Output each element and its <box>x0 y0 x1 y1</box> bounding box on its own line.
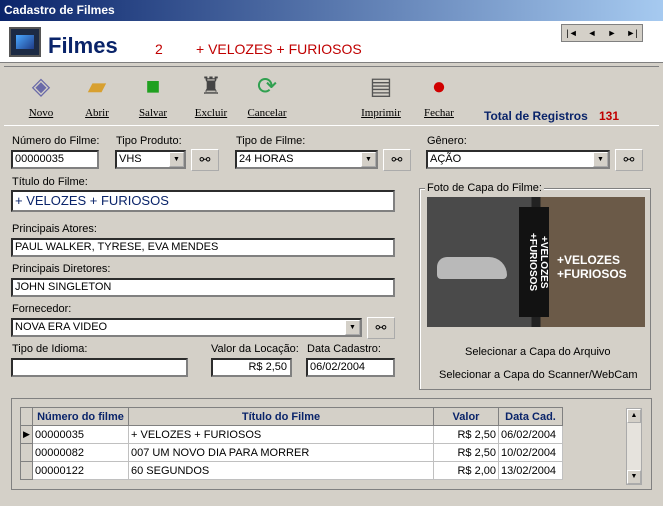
total-records-label: Total de Registros <box>484 109 588 123</box>
record-navigator: |◄ ◄ ► ►| <box>561 24 643 42</box>
binoculars-icon[interactable]: ⚯ <box>367 317 395 339</box>
tipo-filme-label: Tipo de Filme: <box>236 135 306 147</box>
fechar-button[interactable]: ● Fechar <box>414 71 464 119</box>
close-light-icon: ● <box>431 73 447 100</box>
cover-spine-text: +VELOZES +FURIOSOS <box>519 207 549 317</box>
col-valor[interactable]: Valor <box>433 407 499 426</box>
table-row[interactable]: 00000082 007 UM NOVO DIA PARA MORRER R$ … <box>20 443 563 462</box>
total-records-value: 131 <box>599 109 620 123</box>
cover-photo-label: Foto de Capa do Filme: <box>425 182 544 194</box>
record-number: 2 <box>155 41 163 57</box>
valor-field[interactable]: R$ 2,50 <box>211 358 292 377</box>
titulo-field[interactable]: + VELOZES + FURIOSOS <box>11 190 395 212</box>
film-icon <box>9 27 41 57</box>
binoculars-icon[interactable]: ⚯ <box>191 149 219 171</box>
idioma-field[interactable] <box>11 358 188 377</box>
data-cadastro-field[interactable]: 06/02/2004 <box>306 358 395 377</box>
tipo-produto-label: Tipo Produto: <box>116 135 182 147</box>
valor-label: Valor da Locação: <box>211 343 299 355</box>
data-cadastro-label: Data Cadastro: <box>307 343 381 355</box>
tipo-produto-select[interactable]: VHS ▼ <box>115 150 186 169</box>
diretores-field[interactable]: JOHN SINGLETON <box>11 278 395 297</box>
new-document-icon: ◈ <box>31 73 51 100</box>
first-record-button[interactable]: |◄ <box>562 25 582 41</box>
table-row[interactable]: 00000122 60 SEGUNDOS R$ 2,00 13/02/2004 <box>20 461 563 480</box>
trash-icon: ♜ <box>200 73 222 100</box>
idioma-label: Tipo de Idioma: <box>12 343 88 355</box>
scroll-up-icon[interactable]: ▲ <box>627 409 641 423</box>
binoculars-icon[interactable]: ⚯ <box>615 149 643 171</box>
cover-front-text: +VELOZES +FURIOSOS <box>557 253 627 281</box>
scroll-down-icon[interactable]: ▼ <box>627 470 641 484</box>
titulo-label: Título do Filme: <box>12 176 88 188</box>
select-cover-scanner-link[interactable]: Selecionar a Capa do Scanner/WebCam <box>439 369 638 381</box>
chevron-down-icon[interactable]: ▼ <box>593 152 608 167</box>
binoculars-icon[interactable]: ⚯ <box>383 149 411 171</box>
abrir-button[interactable]: ▰ Abrir <box>72 71 122 119</box>
col-data[interactable]: Data Cad. <box>498 407 563 426</box>
grid-scrollbar[interactable]: ▲ ▼ <box>626 408 642 485</box>
select-cover-file-link[interactable]: Selecionar a Capa do Arquivo <box>465 346 611 358</box>
next-record-button[interactable]: ► <box>602 25 622 41</box>
save-disk-icon: ■ <box>145 73 161 100</box>
prev-record-button[interactable]: ◄ <box>582 25 602 41</box>
chevron-down-icon[interactable]: ▼ <box>361 152 376 167</box>
cancelar-button[interactable]: ⟳ Cancelar <box>242 71 292 119</box>
salvar-button[interactable]: ■ Salvar <box>128 71 178 119</box>
folder-icon: ▰ <box>87 73 107 100</box>
chevron-down-icon[interactable]: ▼ <box>345 320 360 335</box>
novo-button[interactable]: ◈ Novo <box>16 71 66 119</box>
col-titulo[interactable]: Título do Filme <box>128 407 434 426</box>
header: Filmes 2 + VELOZES + FURIOSOS |◄ ◄ ► ►| <box>0 21 663 63</box>
window-title: Cadastro de Filmes <box>0 0 663 21</box>
numero-label: Número do Filme: <box>12 135 100 147</box>
printer-icon: ▤ <box>369 73 393 100</box>
genero-select[interactable]: AÇÃO ▼ <box>426 150 610 169</box>
toolbar: ◈ Novo ▰ Abrir ■ Salvar ♜ Excluir ⟳ Canc… <box>4 66 659 126</box>
tipo-filme-select[interactable]: 24 HORAS ▼ <box>235 150 378 169</box>
table-row[interactable]: ▶ 00000035 + VELOZES + FURIOSOS R$ 2,50 … <box>20 425 563 444</box>
chevron-down-icon[interactable]: ▼ <box>169 152 184 167</box>
atores-field[interactable]: PAUL WALKER, TYRESE, EVA MENDES <box>11 238 395 257</box>
excluir-button[interactable]: ♜ Excluir <box>186 71 236 119</box>
row-indicator-header <box>20 407 33 426</box>
cover-image: +VELOZES +FURIOSOS +VELOZES +FURIOSOS <box>427 197 645 327</box>
fornecedor-select[interactable]: NOVA ERA VIDEO ▼ <box>11 318 362 337</box>
imprimir-button[interactable]: ▤ Imprimir <box>356 71 406 119</box>
refresh-icon: ⟳ <box>256 73 278 100</box>
record-title: + VELOZES + FURIOSOS <box>196 41 362 57</box>
atores-label: Principais Atores: <box>12 223 97 235</box>
genero-label: Gênero: <box>427 135 467 147</box>
diretores-label: Principais Diretores: <box>12 263 111 275</box>
records-grid: Número do filme Título do Filme Valor Da… <box>20 407 622 480</box>
current-row-icon: ▶ <box>20 425 33 444</box>
car-shape <box>437 257 507 279</box>
app-name: Filmes <box>48 33 118 58</box>
col-numero[interactable]: Número do filme <box>32 407 129 426</box>
fornecedor-label: Fornecedor: <box>12 303 72 315</box>
last-record-button[interactable]: ►| <box>622 25 642 41</box>
numero-field[interactable]: 00000035 <box>11 150 99 169</box>
